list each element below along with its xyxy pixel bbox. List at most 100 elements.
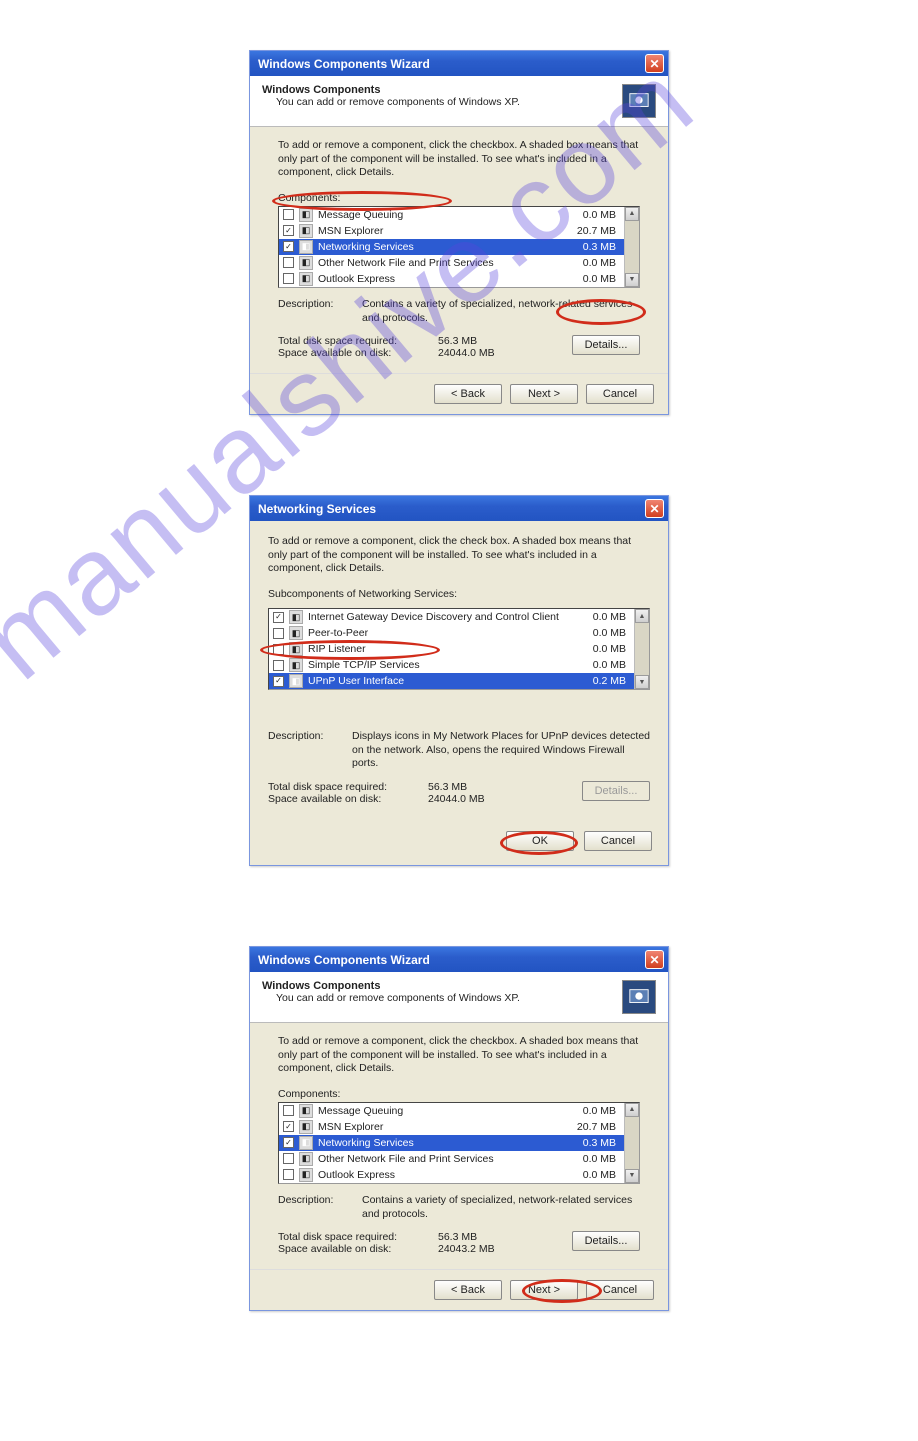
scroll-up-icon[interactable]: ▲ [635,609,649,623]
list-item[interactable]: ◧UPnP User Interface0.2 MB [269,673,634,689]
checkbox[interactable] [273,660,284,671]
list-item-label: RIP Listener [308,643,588,655]
description-label: Description: [268,730,342,771]
subcomponents-listbox[interactable]: ◧Internet Gateway Device Discovery and C… [268,608,650,690]
list-item-label: Message Queuing [318,209,578,221]
instructions: To add or remove a component, click the … [278,139,640,180]
windows-setup-icon [622,980,656,1014]
checkbox[interactable] [283,1105,294,1116]
component-icon: ◧ [289,674,303,688]
wizard-dialog-1: Windows Components Wizard ✕ Windows Comp… [249,50,669,415]
component-icon: ◧ [299,1136,313,1150]
component-icon: ◧ [299,1168,313,1182]
titlebar-text: Windows Components Wizard [258,953,430,967]
details-button[interactable]: Details... [572,1231,640,1251]
next-button[interactable]: Next > [510,384,578,404]
list-item[interactable]: ◧Networking Services0.3 MB [279,1135,624,1151]
titlebar[interactable]: Windows Components Wizard ✕ [250,947,668,972]
checkbox[interactable] [283,1137,294,1148]
checkbox[interactable] [283,209,294,220]
details-button[interactable]: Details... [572,335,640,355]
component-icon: ◧ [289,626,303,640]
scroll-up-icon[interactable]: ▲ [625,1103,639,1117]
header-sub: You can add or remove components of Wind… [262,96,520,108]
components-label: Components: [278,192,640,204]
scroll-down-icon[interactable]: ▼ [625,273,639,287]
total-space-value: 56.3 MB [438,1231,477,1243]
list-item-size: 20.7 MB [577,225,616,237]
description-text: Contains a variety of specialized, netwo… [362,298,640,325]
components-listbox[interactable]: ◧ Message Queuing 0.0 MB ◧ MSN Explorer 20.7 … [278,206,640,288]
checkbox[interactable] [283,1169,294,1180]
list-item[interactable]: ◧Other Network File and Print Services0.… [279,255,624,271]
list-item-size: 0.3 MB [583,241,616,253]
list-item[interactable]: ◧Message Queuing0.0 MB [279,207,624,223]
checkbox[interactable] [273,612,284,623]
checkbox[interactable] [283,1153,294,1164]
close-icon[interactable]: ✕ [645,54,664,73]
checkbox[interactable] [283,241,294,252]
list-item[interactable]: ◧Other Network File and Print Services0.… [279,1151,624,1167]
windows-setup-icon [622,84,656,118]
back-button[interactable]: < Back [434,384,502,404]
list-item[interactable]: ◧Simple TCP/IP Services0.0 MB [269,657,634,673]
list-item[interactable]: ◧Internet Gateway Device Discovery and C… [269,609,634,625]
list-item-label: Peer-to-Peer [308,627,588,639]
checkbox[interactable] [283,273,294,284]
titlebar-text: Windows Components Wizard [258,57,430,71]
cancel-button[interactable]: Cancel [586,1280,654,1300]
description-label: Description: [278,298,352,325]
wizard-header: Windows Components You can add or remove… [250,76,668,127]
checkbox[interactable] [273,628,284,639]
checkbox[interactable] [283,225,294,236]
component-icon: ◧ [299,272,313,286]
component-icon: ◧ [299,224,313,238]
networking-services-dialog: Networking Services ✕ To add or remove a… [249,495,669,866]
checkbox[interactable] [283,257,294,268]
list-item-label: Outlook Express [318,273,578,285]
list-item-size: 0.0 MB [593,611,626,623]
list-item[interactable]: ◧Message Queuing0.0 MB [279,1103,624,1119]
checkbox[interactable] [283,1121,294,1132]
scroll-up-icon[interactable]: ▲ [625,207,639,221]
close-icon[interactable]: ✕ [645,499,664,518]
list-item[interactable]: ◧ Peer-to-Peer 0.0 MB [269,625,634,641]
component-icon: ◧ [299,1152,313,1166]
component-icon: ◧ [289,610,303,624]
list-item-size: 0.0 MB [583,209,616,221]
list-item[interactable]: ◧ MSN Explorer 20.7 MB [279,223,624,239]
scroll-down-icon[interactable]: ▼ [625,1169,639,1183]
list-item[interactable]: ◧Outlook Express0.0 MB [279,271,624,287]
close-icon[interactable]: ✕ [645,950,664,969]
total-space-value: 56.3 MB [438,335,477,347]
avail-space-value: 24044.0 MB [438,347,495,359]
checkbox[interactable] [273,644,284,655]
list-item-size: 0.0 MB [593,627,626,639]
list-item-size: 20.7 MB [577,1121,616,1133]
checkbox[interactable] [273,676,284,687]
components-list: ◧ Message Queuing 0.0 MB ◧ MSN Explorer 20.7 … [279,207,624,287]
list-item[interactable]: ◧RIP Listener0.0 MB [269,641,634,657]
scrollbar[interactable]: ▲ ▼ [624,1103,639,1183]
components-listbox[interactable]: ◧Message Queuing0.0 MB◧MSN Explorer20.7 … [278,1102,640,1184]
total-space-label: Total disk space required: [268,781,428,793]
component-icon: ◧ [299,256,313,270]
list-item[interactable]: ◧Networking Services0.3 MB [279,239,624,255]
list-item-label: MSN Explorer [318,225,572,237]
list-item-label: Message Queuing [318,1105,578,1117]
component-icon: ◧ [289,658,303,672]
titlebar[interactable]: Windows Components Wizard ✕ [250,51,668,76]
next-button[interactable]: Next > [510,1280,578,1300]
scroll-down-icon[interactable]: ▼ [635,675,649,689]
list-item[interactable]: ◧Outlook Express0.0 MB [279,1167,624,1183]
avail-space-label: Space available on disk: [278,1243,438,1255]
list-item[interactable]: ◧MSN Explorer20.7 MB [279,1119,624,1135]
total-space-value: 56.3 MB [428,781,467,793]
titlebar[interactable]: Networking Services ✕ [250,496,668,521]
scrollbar[interactable]: ▲ ▼ [624,207,639,287]
cancel-button[interactable]: Cancel [584,831,652,851]
ok-button[interactable]: OK [506,831,574,851]
scrollbar[interactable]: ▲ ▼ [634,609,649,689]
back-button[interactable]: < Back [434,1280,502,1300]
cancel-button[interactable]: Cancel [586,384,654,404]
